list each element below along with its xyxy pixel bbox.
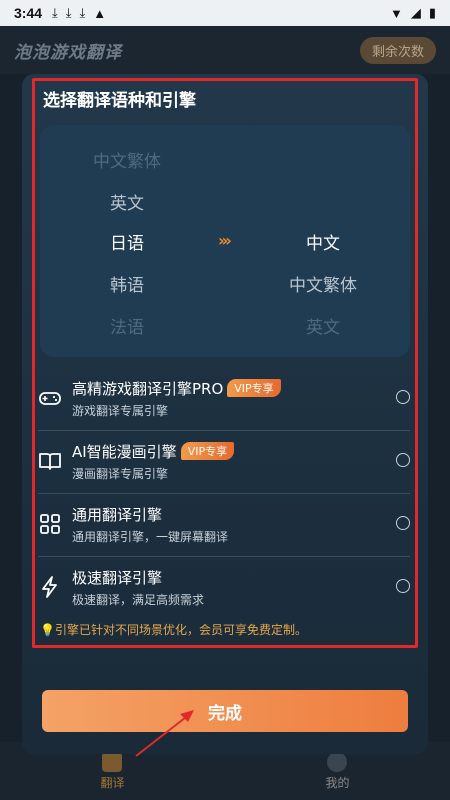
user-icon	[327, 751, 348, 772]
engine-option[interactable]: 通用翻译引擎 通用翻译引擎，一键屏幕翻译	[38, 498, 410, 560]
status-bar: 3:44 ⤓ ⤓ ⤓ ▲ ▼ ◢ ▮	[0, 0, 450, 26]
nav-translate-label: 翻译	[100, 775, 125, 790]
battery-icon: ▮	[428, 5, 436, 20]
engine-radio[interactable]	[396, 453, 410, 467]
engine-radio[interactable]	[396, 579, 410, 593]
engine-name: 极速翻译引擎	[72, 569, 163, 587]
done-button[interactable]: 完成	[42, 690, 408, 732]
engine-description: 极速翻译，满足高频需求	[72, 593, 205, 607]
arrow-icon: ›››	[218, 231, 232, 250]
book-icon	[39, 453, 61, 470]
lightbulb-icon: 💡	[40, 623, 55, 637]
signal-icon: ◢	[410, 5, 421, 20]
app-icon: ▲	[93, 5, 107, 21]
status-time: 3:44	[14, 5, 43, 21]
engine-description: 通用翻译引擎，一键屏幕翻译	[72, 530, 229, 544]
target-language-option[interactable]: 英文	[306, 313, 340, 338]
wifi-icon: ▼	[389, 5, 403, 21]
download-icon: ⤓	[65, 5, 72, 20]
vip-badge: VIP专享	[227, 379, 281, 397]
divider	[38, 430, 410, 431]
engine-option[interactable]: 极速翻译引擎 极速翻译，满足高频需求	[38, 561, 410, 623]
divider	[38, 493, 410, 494]
download-icon: ⤓	[79, 5, 86, 20]
dialog-title: 选择翻译语种和引擎	[43, 91, 196, 111]
hint-text: 引擎已针对不同场景优化，会员可享免费定制。	[54, 623, 307, 637]
engine-radio[interactable]	[396, 390, 410, 404]
target-language-option[interactable]: 中文繁体	[289, 271, 357, 296]
arrow-annotation-icon	[135, 710, 194, 757]
lightning-icon	[42, 576, 57, 598]
engine-option[interactable]: AI智能漫画引擎 VIP专享 漫画翻译专属引擎	[38, 435, 410, 497]
nav-translate[interactable]: 翻译	[100, 751, 125, 791]
source-language-option[interactable]: 法语	[110, 313, 144, 338]
engine-name: AI智能漫画引擎 VIP专享	[72, 441, 235, 462]
nav-mine[interactable]: 我的	[325, 751, 350, 791]
engine-hint: 💡引擎已针对不同场景优化，会员可享免费定制。	[40, 621, 307, 638]
engine-option[interactable]: 高精游戏翻译引擎PRO VIP专享 游戏翻译专属引擎	[38, 372, 410, 434]
source-language-option[interactable]: 中文繁体	[93, 147, 161, 172]
target-language-selected[interactable]: 中文	[306, 229, 340, 254]
nav-mine-label: 我的	[325, 775, 350, 790]
source-language-option[interactable]: 韩语	[110, 271, 144, 296]
engine-description: 游戏翻译专属引擎	[72, 404, 169, 418]
vip-badge: VIP专享	[180, 442, 235, 460]
engine-name: 高精游戏翻译引擎PRO VIP专享	[72, 378, 281, 399]
source-language-selected[interactable]: 日语	[110, 229, 144, 254]
app-title: 泡泡游戏翻译	[14, 42, 122, 63]
engine-name: 通用翻译引擎	[72, 506, 163, 524]
divider	[38, 556, 410, 557]
app-header: 泡泡游戏翻译 剩余次数	[0, 26, 450, 74]
gamepad-icon	[39, 392, 61, 405]
engine-radio[interactable]	[396, 516, 410, 530]
engine-description: 漫画翻译专属引擎	[72, 467, 169, 481]
remaining-count-button[interactable]: 剩余次数	[359, 36, 436, 64]
grid-icon	[40, 514, 60, 534]
translate-icon	[102, 751, 123, 772]
download-icon: ⤓	[52, 5, 58, 20]
source-language-option[interactable]: 英文	[110, 189, 144, 214]
